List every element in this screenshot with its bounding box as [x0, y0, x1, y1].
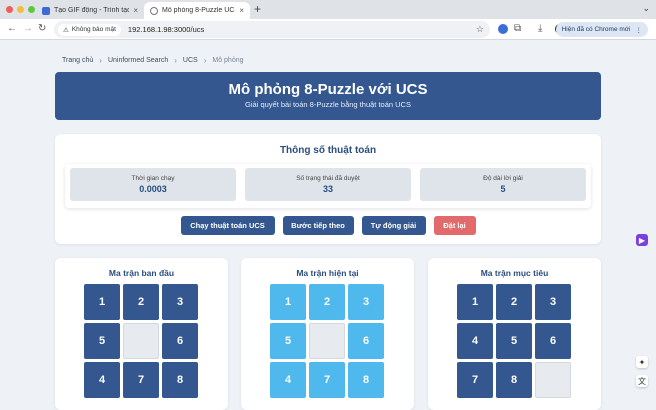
puzzle-tile: 7 [457, 362, 493, 398]
panel-title: Ma trận hiện tại [296, 268, 359, 278]
puzzle-tile: 1 [457, 284, 493, 320]
back-icon[interactable]: ← [7, 23, 17, 34]
puzzle-tile: 5 [270, 323, 306, 359]
download-icon[interactable]: ⤓ [538, 23, 542, 34]
security-chip[interactable]: ⚠ Không bảo mật [58, 23, 121, 36]
star-icon[interactable]: ☆ [476, 24, 484, 35]
security-label: Không bảo mật [71, 26, 116, 33]
gif-favicon-icon [42, 6, 50, 15]
puzzle-tile: 8 [348, 362, 384, 398]
puzzle-tile: 3 [348, 284, 384, 320]
puzzle-tile: 4 [457, 323, 493, 359]
current-matrix-panel: Ma trận hiện tại 123 5 6 478 [241, 258, 414, 410]
stat-states-visited: Số trạng thái đã duyệt 33 [245, 168, 411, 201]
tab-label: Mô phỏng 8-Puzzle UCS [162, 7, 236, 14]
page-header: Mô phỏng 8-Puzzle với UCS Giải quyết bài… [55, 72, 601, 120]
url-text[interactable]: 192.168.1.98:3000/ucs [128, 25, 204, 34]
breadcrumb-home[interactable]: Trang chủ [62, 57, 93, 64]
puzzle-tile: 4 [270, 362, 306, 398]
menu-icon[interactable]: ⋮ [636, 26, 643, 34]
stat-value: 33 [322, 184, 333, 194]
puzzle-grid: 123 5 6 478 [270, 284, 384, 398]
puzzle-tile: 6 [162, 323, 198, 359]
breadcrumb: Trang chủ › Uninformed Search › UCS › Mô… [62, 56, 244, 65]
reset-button[interactable]: Đặt lại [433, 216, 476, 235]
close-tab-icon[interactable]: × [133, 6, 138, 15]
initial-matrix-panel: Ma trận ban đầu 123 5 6 478 [55, 258, 228, 410]
puzzle-grid: 123 5 6 478 [84, 284, 198, 398]
sparkle-icon[interactable]: ✦ [636, 356, 648, 368]
empty-tile [123, 323, 159, 359]
reload-icon[interactable]: ↻ [38, 23, 46, 34]
stats-row: Thời gian chạy 0.0003 Số trạng thái đã d… [65, 164, 591, 208]
stat-solution-length: Độ dài lời giải 5 [420, 168, 586, 201]
puzzle-tile: 6 [348, 323, 384, 359]
stat-label: Thời gian chạy [131, 175, 175, 182]
tab-gif-maker[interactable]: Tạo GIF động - Trình tạo GIF trực tuyến … [36, 2, 144, 19]
extension-icon[interactable] [498, 24, 508, 34]
puzzle-tile: 2 [309, 284, 345, 320]
translate-icon[interactable]: 文 [636, 375, 648, 387]
params-title: Thông số thuật toán [279, 145, 377, 156]
chrome-update-button[interactable]: Hiện đã có Chrome mới ⋮ [555, 22, 648, 37]
chevron-right-icon: › [203, 56, 207, 65]
puzzle-tile: 1 [84, 284, 120, 320]
tab-search-chevron-icon[interactable]: ⌄ [642, 3, 650, 14]
panel-title: Ma trận mục tiêu [480, 268, 549, 278]
empty-tile [309, 323, 345, 359]
puzzle-tile: 6 [535, 323, 571, 359]
tab-label: Tạo GIF động - Trình tạo GIF trực tuyến [54, 7, 130, 14]
window-controls [6, 6, 35, 13]
stat-label: Độ dài lời giải [483, 175, 523, 182]
puzzle-icon[interactable]: ⧉ [514, 23, 521, 34]
omnibox[interactable]: ⚠ Không bảo mật 192.168.1.98:3000/ucs ☆ [54, 21, 490, 38]
puzzle-tile: 5 [496, 323, 532, 359]
panel-title: Ma trận ban đầu [108, 268, 175, 278]
new-tab-button[interactable]: + [254, 2, 261, 16]
maximize-window-button[interactable] [28, 6, 35, 13]
puzzle-grid: 123 456 78 [457, 284, 571, 398]
puzzle-tile: 8 [496, 362, 532, 398]
puzzle-tile: 7 [309, 362, 345, 398]
puzzle-tile: 1 [270, 284, 306, 320]
close-window-button[interactable] [6, 6, 13, 13]
puzzle-tile: 3 [535, 284, 571, 320]
empty-tile [535, 362, 571, 398]
puzzle-tile: 7 [123, 362, 159, 398]
page-title: Mô phỏng 8-Puzzle với UCS [228, 81, 428, 98]
chrome-update-label: Hiện đã có Chrome mới [561, 26, 631, 33]
puzzle-tile: 2 [496, 284, 532, 320]
puzzle-tile: 3 [162, 284, 198, 320]
stat-value: 5 [500, 184, 506, 194]
puzzle-tile: 4 [84, 362, 120, 398]
breadcrumb-current: Mô phỏng [212, 57, 244, 64]
play-extension-icon[interactable]: ▶ [636, 234, 648, 246]
address-toolbar: ← → ↻ ⚠ Không bảo mật 192.168.1.98:3000/… [0, 19, 656, 40]
page-subtitle: Giải quyết bài toán 8-Puzzle bằng thuật … [245, 100, 411, 109]
chevron-right-icon: › [99, 56, 102, 65]
stat-label: Số trạng thái đã duyệt [296, 175, 360, 182]
tab-8-puzzle[interactable]: Mô phỏng 8-Puzzle UCS × [144, 2, 250, 19]
close-tab-icon[interactable]: × [239, 6, 244, 15]
minimize-window-button[interactable] [17, 6, 24, 13]
action-buttons: Chạy thuật toán UCS Bước tiếp theo Tự độ… [55, 216, 601, 235]
auto-solve-button[interactable]: Tự động giải [361, 216, 426, 235]
warning-icon: ⚠ [63, 26, 69, 34]
globe-favicon-icon [150, 6, 158, 15]
puzzle-tile: 5 [84, 323, 120, 359]
goal-matrix-panel: Ma trận mục tiêu 123 456 78 [428, 258, 601, 410]
run-ucs-button[interactable]: Chạy thuật toán UCS [180, 216, 275, 235]
browser-tab-bar: Tạo GIF động - Trình tạo GIF trực tuyến … [0, 0, 656, 19]
chevron-right-icon: › [174, 56, 177, 65]
breadcrumb-uninformed-search[interactable]: Uninformed Search [108, 57, 168, 64]
next-step-button[interactable]: Bước tiếp theo [282, 216, 354, 235]
puzzle-tile: 2 [123, 284, 159, 320]
puzzle-tile: 8 [162, 362, 198, 398]
forward-icon[interactable]: → [23, 23, 33, 34]
algorithm-params-card: Thông số thuật toán Thời gian chạy 0.000… [55, 134, 601, 244]
stat-runtime: Thời gian chạy 0.0003 [70, 168, 236, 201]
breadcrumb-ucs[interactable]: UCS [183, 57, 198, 64]
stat-value: 0.0003 [139, 184, 167, 194]
